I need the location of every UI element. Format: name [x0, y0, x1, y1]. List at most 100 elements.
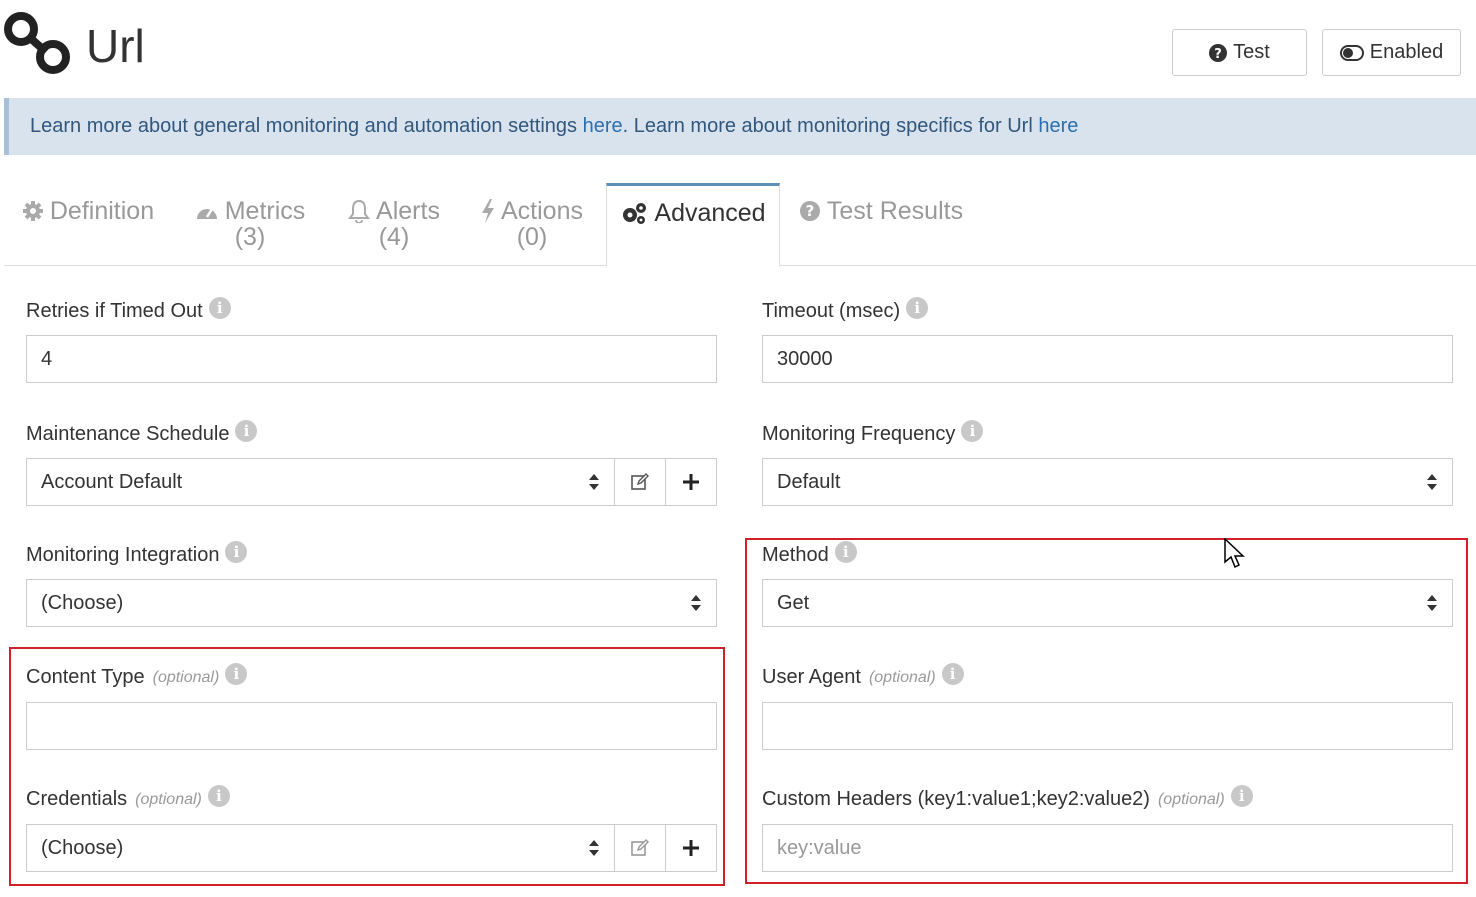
info-icon[interactable]: i — [208, 296, 231, 319]
info-icon[interactable]: i — [834, 540, 857, 563]
tab-alerts-count: (4) — [378, 223, 410, 251]
banner-link-general[interactable]: here — [583, 115, 623, 138]
sort-caret-icon — [589, 840, 599, 856]
toggle-icon — [1339, 44, 1364, 61]
user-agent-input[interactable] — [762, 702, 1453, 750]
optional-tag: (optional) — [135, 790, 202, 808]
user-agent-label-text: User Agent — [762, 666, 861, 688]
banner-text-1: Learn more about general monitoring and … — [30, 115, 583, 137]
credentials-select-value: (Choose) — [41, 836, 124, 859]
maintenance-edit-button[interactable] — [614, 458, 666, 506]
frequency-label-text: Monitoring Frequency — [762, 423, 956, 445]
timeout-input[interactable]: 30000 — [762, 335, 1453, 383]
maintenance-select[interactable]: Account Default — [26, 458, 615, 506]
method-label: Method i — [762, 540, 857, 567]
credentials-label: Credentials (optional) i — [26, 784, 230, 811]
enabled-button-label: Enabled — [1369, 41, 1444, 63]
svg-text:?: ? — [806, 202, 815, 220]
custom-headers-input[interactable]: key:value — [762, 824, 1453, 872]
gears-icon — [623, 203, 647, 224]
enabled-toggle-button[interactable]: Enabled — [1322, 29, 1461, 76]
info-banner: Learn more about general monitoring and … — [4, 98, 1476, 155]
sort-caret-icon — [589, 474, 599, 490]
edit-icon — [631, 839, 649, 856]
info-icon[interactable]: i — [225, 662, 248, 685]
integration-select[interactable]: (Choose) — [26, 579, 717, 627]
retries-label: Retries if Timed Out i — [26, 296, 231, 323]
info-icon[interactable]: i — [225, 540, 248, 563]
tab-definition-label: Definition — [49, 197, 155, 225]
frequency-select[interactable]: Default — [762, 458, 1453, 506]
tab-metrics-count: (3) — [234, 223, 266, 251]
info-icon[interactable]: i — [235, 419, 258, 442]
tab-bar: Definition Metrics (3) Alerts (4) Action… — [4, 183, 1476, 267]
method-select-value: Get — [777, 591, 810, 614]
bell-icon — [348, 199, 371, 223]
optional-tag: (optional) — [152, 668, 220, 686]
mouse-cursor-icon — [1224, 538, 1245, 569]
info-icon[interactable]: i — [207, 784, 230, 807]
gear-icon — [22, 201, 43, 221]
credentials-label-text: Credentials — [26, 788, 128, 810]
retries-label-text: Retries if Timed Out — [26, 300, 203, 322]
optional-tag: (optional) — [868, 668, 936, 686]
tab-advanced[interactable]: Advanced — [606, 183, 780, 267]
question-circle-icon: ? — [799, 201, 820, 221]
chain-link-icon — [4, 11, 70, 74]
custom-headers-label: Custom Headers (key1:value1;key2:value2)… — [762, 784, 1253, 811]
question-circle-icon: ? — [1209, 43, 1228, 62]
sort-caret-icon — [1427, 595, 1437, 611]
info-icon[interactable]: i — [941, 662, 964, 685]
info-icon[interactable]: i — [906, 296, 929, 319]
dashboard-icon — [196, 208, 217, 219]
content-type-label: Content Type (optional) i — [26, 662, 248, 689]
maintenance-add-button[interactable] — [665, 458, 717, 506]
page-title: Url — [86, 20, 145, 72]
maintenance-label: Maintenance Schedule i — [26, 419, 258, 446]
tab-metrics[interactable]: Metrics (3) — [190, 183, 310, 266]
integration-select-value: (Choose) — [41, 591, 124, 614]
plus-icon — [683, 840, 699, 856]
custom-headers-label-text: Custom Headers (key1:value1;key2:value2) — [762, 788, 1150, 810]
tab-actions-label: Actions — [501, 197, 583, 225]
test-button-label: Test — [1233, 41, 1270, 63]
optional-tag: (optional) — [1157, 790, 1225, 808]
tab-alerts[interactable]: Alerts (4) — [344, 183, 444, 266]
method-label-text: Method — [762, 544, 829, 566]
tab-actions[interactable]: Actions (0) — [476, 183, 588, 266]
info-icon[interactable]: i — [961, 419, 984, 442]
tab-test-results-label: Test Results — [826, 197, 964, 225]
page-header: Url ? Test Enabled — [0, 0, 1476, 95]
tab-advanced-label: Advanced — [654, 199, 766, 227]
credentials-select[interactable]: (Choose) — [26, 824, 615, 872]
banner-link-url[interactable]: here — [1038, 115, 1078, 138]
frequency-select-value: Default — [777, 470, 841, 493]
content-type-label-text: Content Type — [26, 666, 145, 688]
info-icon[interactable]: i — [1230, 784, 1253, 807]
retries-input[interactable]: 4 — [26, 335, 717, 383]
content-type-input[interactable] — [26, 702, 717, 750]
frequency-label: Monitoring Frequency i — [762, 419, 984, 446]
timeout-label-text: Timeout (msec) — [762, 300, 901, 322]
maintenance-select-value: Account Default — [41, 470, 183, 493]
bolt-icon — [482, 199, 494, 223]
user-agent-label: User Agent (optional) i — [762, 662, 964, 689]
timeout-label: Timeout (msec) i — [762, 296, 929, 323]
integration-label: Monitoring Integration i — [26, 540, 248, 567]
tab-actions-count: (0) — [516, 223, 548, 251]
tab-alerts-label: Alerts — [376, 197, 440, 225]
tab-test-results[interactable]: ? Test Results — [796, 183, 966, 266]
credentials-edit-button[interactable] — [614, 824, 666, 872]
method-select[interactable]: Get — [762, 579, 1453, 627]
test-button[interactable]: ? Test — [1172, 29, 1307, 76]
edit-icon — [631, 473, 649, 490]
tab-definition[interactable]: Definition — [18, 183, 158, 266]
integration-label-text: Monitoring Integration — [26, 544, 220, 566]
banner-text-2: . Learn more about monitoring specifics … — [622, 115, 1039, 137]
svg-text:?: ? — [1214, 47, 1222, 62]
sort-caret-icon — [1427, 474, 1437, 490]
maintenance-label-text: Maintenance Schedule — [26, 423, 230, 445]
tab-metrics-label: Metrics — [224, 197, 306, 225]
credentials-add-button[interactable] — [665, 824, 717, 872]
sort-caret-icon — [691, 595, 701, 611]
